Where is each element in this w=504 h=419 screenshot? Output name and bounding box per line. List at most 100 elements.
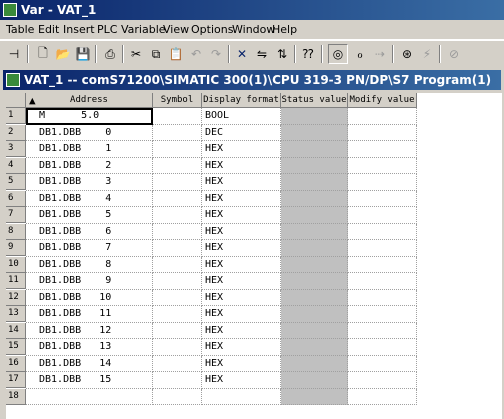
undo-icon[interactable]: ↶ — [186, 44, 206, 64]
menu-help[interactable]: Help — [272, 23, 297, 36]
address-cell[interactable]: DB1.DBB 0 — [26, 124, 153, 141]
display-format-cell[interactable]: HEX — [202, 190, 281, 207]
row-header[interactable]: 3 — [6, 141, 26, 157]
cut-icon[interactable]: ✂ — [126, 44, 146, 64]
address-cell[interactable]: DB1.DBB 4 — [26, 190, 153, 207]
address-cell[interactable]: DB1.DBB 13 — [26, 339, 153, 356]
address-cell[interactable]: DB1.DBB 5 — [26, 207, 153, 224]
modify-value-cell[interactable] — [348, 124, 417, 141]
menu-table[interactable]: Table — [6, 23, 34, 36]
delete-icon[interactable]: ✕ — [232, 44, 252, 64]
symbol-cell[interactable] — [153, 388, 202, 405]
monitor-variable-icon[interactable]: ◎ — [328, 44, 348, 64]
column-header-display-format[interactable]: Display format — [202, 93, 281, 108]
row-header[interactable]: 14 — [6, 322, 26, 339]
display-format-cell[interactable]: HEX — [202, 207, 281, 224]
row-header[interactable]: 12 — [6, 289, 26, 306]
display-format-cell[interactable]: HEX — [202, 339, 281, 356]
paste-icon[interactable]: 📋 — [166, 44, 186, 64]
display-format-cell[interactable]: HEX — [202, 306, 281, 323]
row-header[interactable]: 4 — [6, 157, 26, 174]
display-format-cell[interactable]: HEX — [202, 289, 281, 306]
modify-icon[interactable]: ⇅ — [272, 44, 292, 64]
display-format-cell[interactable]: HEX — [202, 223, 281, 240]
symbol-cell[interactable] — [153, 157, 202, 174]
symbol-cell[interactable] — [153, 372, 202, 389]
modify-value-cell[interactable] — [348, 141, 417, 158]
symbol-cell[interactable] — [153, 273, 202, 290]
row-header[interactable]: 13 — [6, 306, 26, 322]
row-header[interactable]: 11 — [6, 273, 26, 289]
update-icon[interactable]: ⇢ — [370, 44, 390, 64]
print-icon[interactable]: ⎙ — [100, 44, 120, 64]
symbol-cell[interactable] — [153, 108, 202, 125]
address-cell[interactable]: DB1.DBB 8 — [26, 256, 153, 273]
display-format-cell[interactable]: HEX — [202, 157, 281, 174]
row-header[interactable]: 7 — [6, 207, 26, 223]
symbol-cell[interactable] — [153, 322, 202, 339]
display-format-cell[interactable]: HEX — [202, 372, 281, 389]
address-cell[interactable]: DB1.DBB 6 — [26, 223, 153, 240]
column-header-status-value[interactable]: Status value — [281, 93, 348, 108]
row-header[interactable]: 2 — [6, 124, 26, 141]
display-format-cell[interactable]: HEX — [202, 141, 281, 158]
address-cell[interactable]: DB1.DBB 12 — [26, 322, 153, 339]
modify-value-cell[interactable] — [348, 223, 417, 240]
row-header[interactable]: 18 — [6, 388, 26, 405]
address-cell[interactable]: M 5.0 — [26, 108, 153, 125]
modify-value-cell[interactable] — [348, 174, 417, 191]
address-cell[interactable]: DB1.DBB 9 — [26, 273, 153, 290]
symbol-cell[interactable] — [153, 141, 202, 158]
trigger-icon[interactable]: ⊛ — [397, 44, 417, 64]
symbol-cell[interactable] — [153, 355, 202, 372]
monitor-icon[interactable]: ⇋ — [252, 44, 272, 64]
pin-icon[interactable]: ⊣ — [4, 44, 24, 64]
symbol-cell[interactable] — [153, 223, 202, 240]
column-header-modify-value[interactable]: Modify value — [348, 93, 417, 108]
address-cell[interactable]: DB1.DBB 11 — [26, 306, 153, 323]
row-header[interactable]: 8 — [6, 223, 26, 240]
display-format-cell[interactable]: HEX — [202, 273, 281, 290]
address-cell[interactable]: DB1.DBB 10 — [26, 289, 153, 306]
modify-variable-icon[interactable]: ℴ — [350, 44, 370, 64]
modify-value-cell[interactable] — [348, 240, 417, 257]
menu-view[interactable]: View — [163, 23, 189, 36]
display-format-cell[interactable] — [202, 388, 281, 405]
enable-peripheral-icon[interactable]: ⊘ — [444, 44, 464, 64]
menu-window[interactable]: Window — [232, 23, 275, 36]
new-icon[interactable]: 🗋 — [33, 44, 53, 64]
modify-value-cell[interactable] — [348, 372, 417, 389]
redo-icon[interactable]: ↷ — [206, 44, 226, 64]
display-format-cell[interactable]: HEX — [202, 174, 281, 191]
row-header[interactable]: 1 — [6, 108, 26, 124]
modify-value-cell[interactable] — [348, 355, 417, 372]
symbol-cell[interactable] — [153, 339, 202, 356]
open-icon[interactable]: 📂 — [53, 44, 73, 64]
force-icon[interactable]: ⚡ — [417, 44, 437, 64]
row-header[interactable]: 5 — [6, 174, 26, 190]
symbol-cell[interactable] — [153, 256, 202, 273]
modify-value-cell[interactable] — [348, 322, 417, 339]
symbol-cell[interactable] — [153, 207, 202, 224]
menu-plc[interactable]: PLC — [97, 23, 117, 36]
modify-value-cell[interactable] — [348, 289, 417, 306]
display-format-cell[interactable]: HEX — [202, 355, 281, 372]
copy-icon[interactable]: ⧉ — [146, 44, 166, 64]
row-header[interactable]: 9 — [6, 240, 26, 256]
symbol-cell[interactable] — [153, 240, 202, 257]
save-icon[interactable]: 💾 — [73, 44, 93, 64]
display-format-cell[interactable]: HEX — [202, 240, 281, 257]
symbol-cell[interactable] — [153, 289, 202, 306]
modify-value-cell[interactable] — [348, 157, 417, 174]
modify-value-cell[interactable] — [348, 339, 417, 356]
modify-value-cell[interactable] — [348, 207, 417, 224]
row-header[interactable]: 15 — [6, 339, 26, 355]
display-format-cell[interactable]: HEX — [202, 256, 281, 273]
symbol-cell[interactable] — [153, 174, 202, 191]
row-header[interactable]: 10 — [6, 256, 26, 273]
menu-edit[interactable]: Edit — [38, 23, 59, 36]
modify-value-cell[interactable] — [348, 273, 417, 290]
row-header[interactable]: 6 — [6, 190, 26, 207]
help-context-icon[interactable]: ⁇ — [298, 44, 318, 64]
symbol-cell[interactable] — [153, 124, 202, 141]
